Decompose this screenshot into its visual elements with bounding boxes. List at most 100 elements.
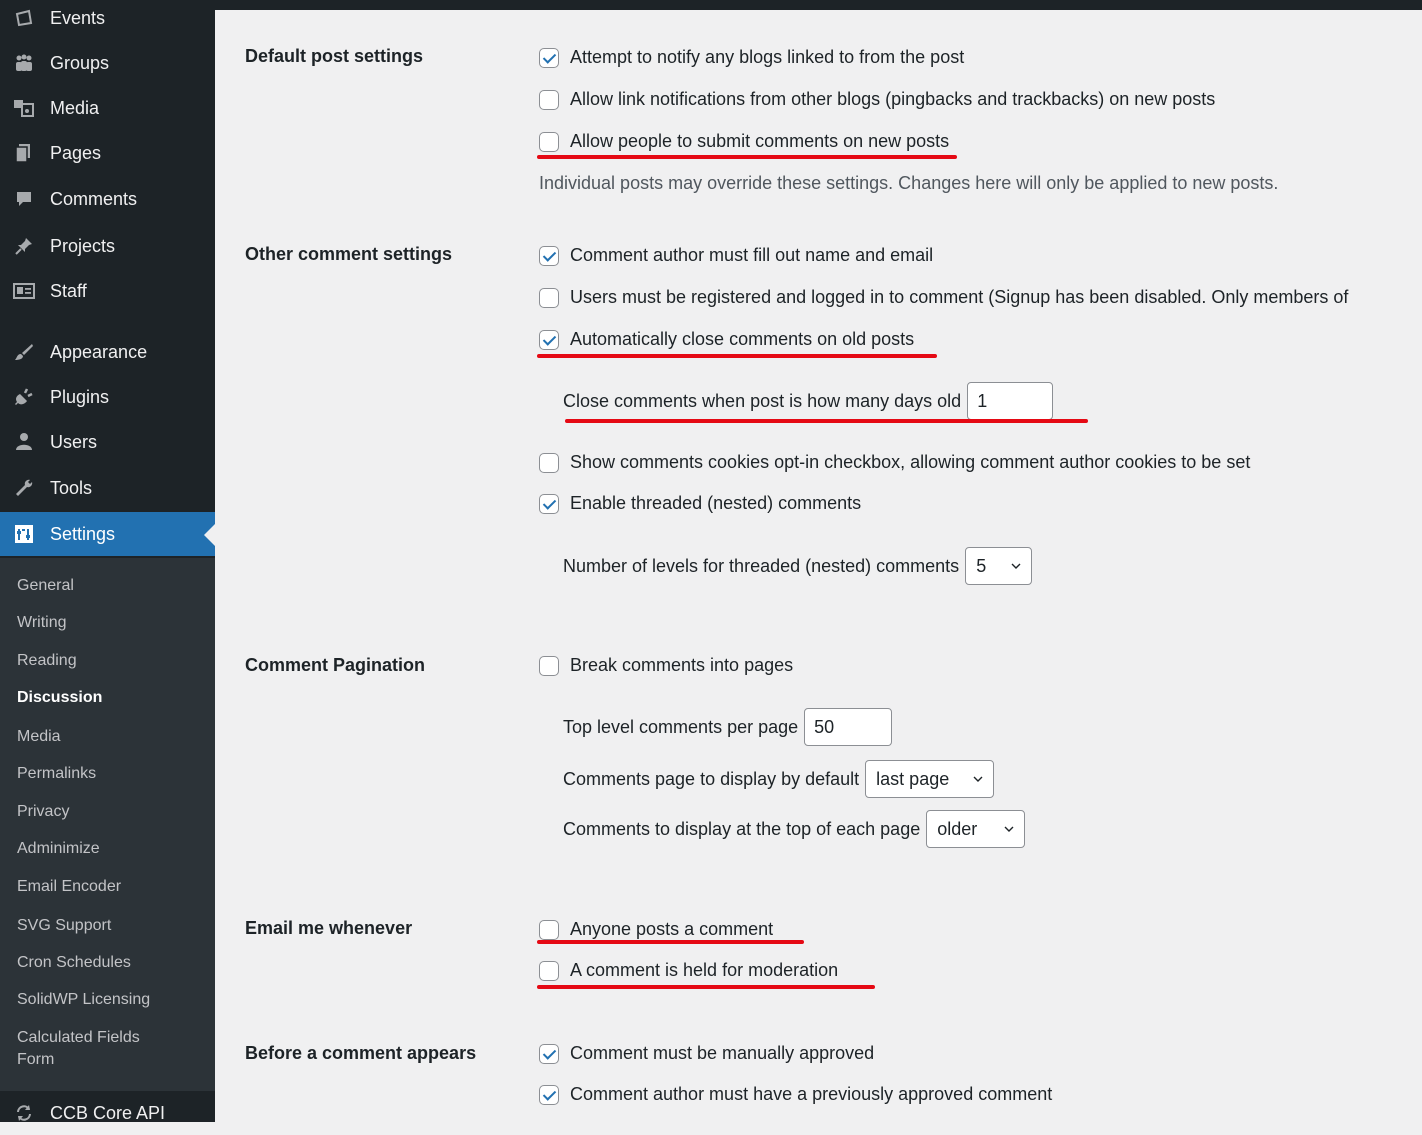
top-order-row: Comments to display at the top of each p… <box>563 810 1026 848</box>
id-card-icon <box>12 279 36 303</box>
submenu-item-writing[interactable]: Writing <box>17 612 67 634</box>
top-order-select[interactable]: older <box>926 810 1026 848</box>
close-days-input[interactable]: 1 <box>967 382 1054 420</box>
checkbox[interactable] <box>539 919 559 940</box>
sidebar-item-ccb-core-api[interactable]: CCB Core API <box>0 1091 215 1135</box>
checkbox[interactable] <box>539 493 559 514</box>
user-icon <box>12 430 36 454</box>
submenu-label-line2: Form <box>17 1051 55 1068</box>
thread-levels-label: Number of levels for threaded (nested) c… <box>563 555 960 576</box>
option-registered[interactable]: Users must be registered and logged in t… <box>539 287 1348 308</box>
sync-icon <box>12 1101 36 1125</box>
option-cookies[interactable]: Show comments cookies opt-in checkbox, a… <box>539 452 1250 473</box>
checkbox[interactable] <box>539 89 559 110</box>
chevron-down-icon <box>1011 563 1021 569</box>
submenu-item-email-encoder[interactable]: Email Encoder <box>17 876 121 898</box>
option-label: Break comments into pages <box>570 655 794 675</box>
submenu-item-general[interactable]: General <box>17 575 74 597</box>
sidebar-item-label: Media <box>50 97 100 118</box>
highlight-underline <box>537 940 804 944</box>
section-title-before: Before a comment appears <box>245 1043 477 1063</box>
checkbox[interactable] <box>539 1043 559 1064</box>
per-page-input[interactable]: 50 <box>804 708 893 746</box>
sidebar-item-tools[interactable]: Tools <box>0 466 215 510</box>
submenu-item-adminimize[interactable]: Adminimize <box>17 838 100 860</box>
comments-icon <box>12 187 36 211</box>
sidebar-item-label: Comments <box>50 188 138 209</box>
sidebar-item-plugins[interactable]: Plugins <box>0 375 215 419</box>
sidebar-item-label: CCB Core API <box>50 1102 166 1123</box>
submenu-item-permalinks[interactable]: Permalinks <box>17 763 96 785</box>
option-auto-close[interactable]: Automatically close comments on old post… <box>539 329 914 350</box>
submenu-item-reading[interactable]: Reading <box>17 650 77 672</box>
option-manual-approve[interactable]: Comment must be manually approved <box>539 1043 874 1064</box>
sidebar-item-staff[interactable]: Staff <box>0 269 215 313</box>
checkbox[interactable] <box>539 245 559 266</box>
pages-icon <box>12 141 36 165</box>
checkbox[interactable] <box>539 1084 559 1105</box>
option-label: Comment must be manually approved <box>570 1043 875 1063</box>
per-page-row: Top level comments per page 50 <box>563 708 893 746</box>
sidebar-item-pages[interactable]: Pages <box>0 131 215 175</box>
default-page-select[interactable]: last page <box>865 760 995 798</box>
option-threaded[interactable]: Enable threaded (nested) comments <box>539 493 861 514</box>
groups-icon <box>12 51 36 75</box>
checkbox[interactable] <box>539 47 559 68</box>
sidebar-item-projects[interactable]: Projects <box>0 224 215 268</box>
option-notify-blogs[interactable]: Attempt to notify any blogs linked to fr… <box>539 47 964 68</box>
default-page-label: Comments page to display by default <box>563 768 860 789</box>
wrench-icon <box>12 476 36 500</box>
checkbox[interactable] <box>539 287 559 308</box>
highlight-underline <box>537 985 875 989</box>
option-label: Anyone posts a comment <box>570 919 774 939</box>
option-name-email[interactable]: Comment author must fill out name and em… <box>539 245 933 266</box>
default-page-row: Comments page to display by default last… <box>563 760 995 798</box>
option-label: Comment author must fill out name and em… <box>570 245 934 265</box>
top-order-label: Comments to display at the top of each p… <box>563 818 921 839</box>
thread-levels-row: Number of levels for threaded (nested) c… <box>563 547 1033 585</box>
chevron-down-icon <box>1004 826 1014 832</box>
submenu-item-cron-schedules[interactable]: Cron Schedules <box>17 952 131 974</box>
option-prev-approved[interactable]: Comment author must have a previously ap… <box>539 1084 1052 1105</box>
sidebar-item-label: Groups <box>50 52 110 73</box>
section-title-other-comments: Other comment settings <box>245 244 453 264</box>
submenu-item-svg-support[interactable]: SVG Support <box>17 915 111 937</box>
submenu-item-discussion[interactable]: Discussion <box>17 687 102 709</box>
sidebar-item-groups[interactable]: Groups <box>0 41 215 85</box>
sidebar-item-settings[interactable]: Settings <box>0 512 215 556</box>
sidebar-item-users[interactable]: Users <box>0 420 215 464</box>
option-email-any-comment[interactable]: Anyone posts a comment <box>539 919 773 940</box>
submenu-item-privacy[interactable]: Privacy <box>17 801 69 823</box>
paintbrush-icon <box>12 340 36 364</box>
submenu-item-calculated-fields[interactable]: Calculated Fields Form <box>17 1027 140 1071</box>
select-value: last page <box>876 768 950 789</box>
section-title-pagination: Comment Pagination <box>245 655 426 675</box>
select-value: 5 <box>976 555 987 576</box>
highlight-underline <box>565 419 1088 423</box>
plugin-icon <box>12 385 36 409</box>
close-days-row: Close comments when post is how many day… <box>563 382 1054 420</box>
sidebar-item-events[interactable]: Events <box>0 0 215 40</box>
option-paginate[interactable]: Break comments into pages <box>539 655 793 676</box>
checkbox[interactable] <box>539 329 559 350</box>
sidebar-item-comments[interactable]: Comments <box>0 177 215 221</box>
option-label: Enable threaded (nested) comments <box>570 493 862 513</box>
option-allow-comments[interactable]: Allow people to submit comments on new p… <box>539 131 949 152</box>
section-title-email: Email me whenever <box>245 918 413 938</box>
thread-levels-select[interactable]: 5 <box>965 547 1033 585</box>
option-label: A comment is held for moderation <box>570 960 839 980</box>
submenu-item-solidwp-licensing[interactable]: SolidWP Licensing <box>17 989 150 1011</box>
highlight-underline <box>537 354 937 358</box>
checkbox[interactable] <box>539 452 559 473</box>
checkbox[interactable] <box>539 960 559 981</box>
sidebar-item-media[interactable]: Media <box>0 86 215 130</box>
checkbox[interactable] <box>539 131 559 152</box>
sidebar-item-label: Tools <box>50 477 93 498</box>
submenu-item-media[interactable]: Media <box>17 726 61 748</box>
sidebar-item-appearance[interactable]: Appearance <box>0 330 215 374</box>
option-email-moderation[interactable]: A comment is held for moderation <box>539 960 838 981</box>
checkbox[interactable] <box>539 655 559 676</box>
media-icon <box>12 96 36 120</box>
option-label: Comment author must have a previously ap… <box>570 1084 1053 1104</box>
option-pingbacks[interactable]: Allow link notifications from other blog… <box>539 89 1215 110</box>
